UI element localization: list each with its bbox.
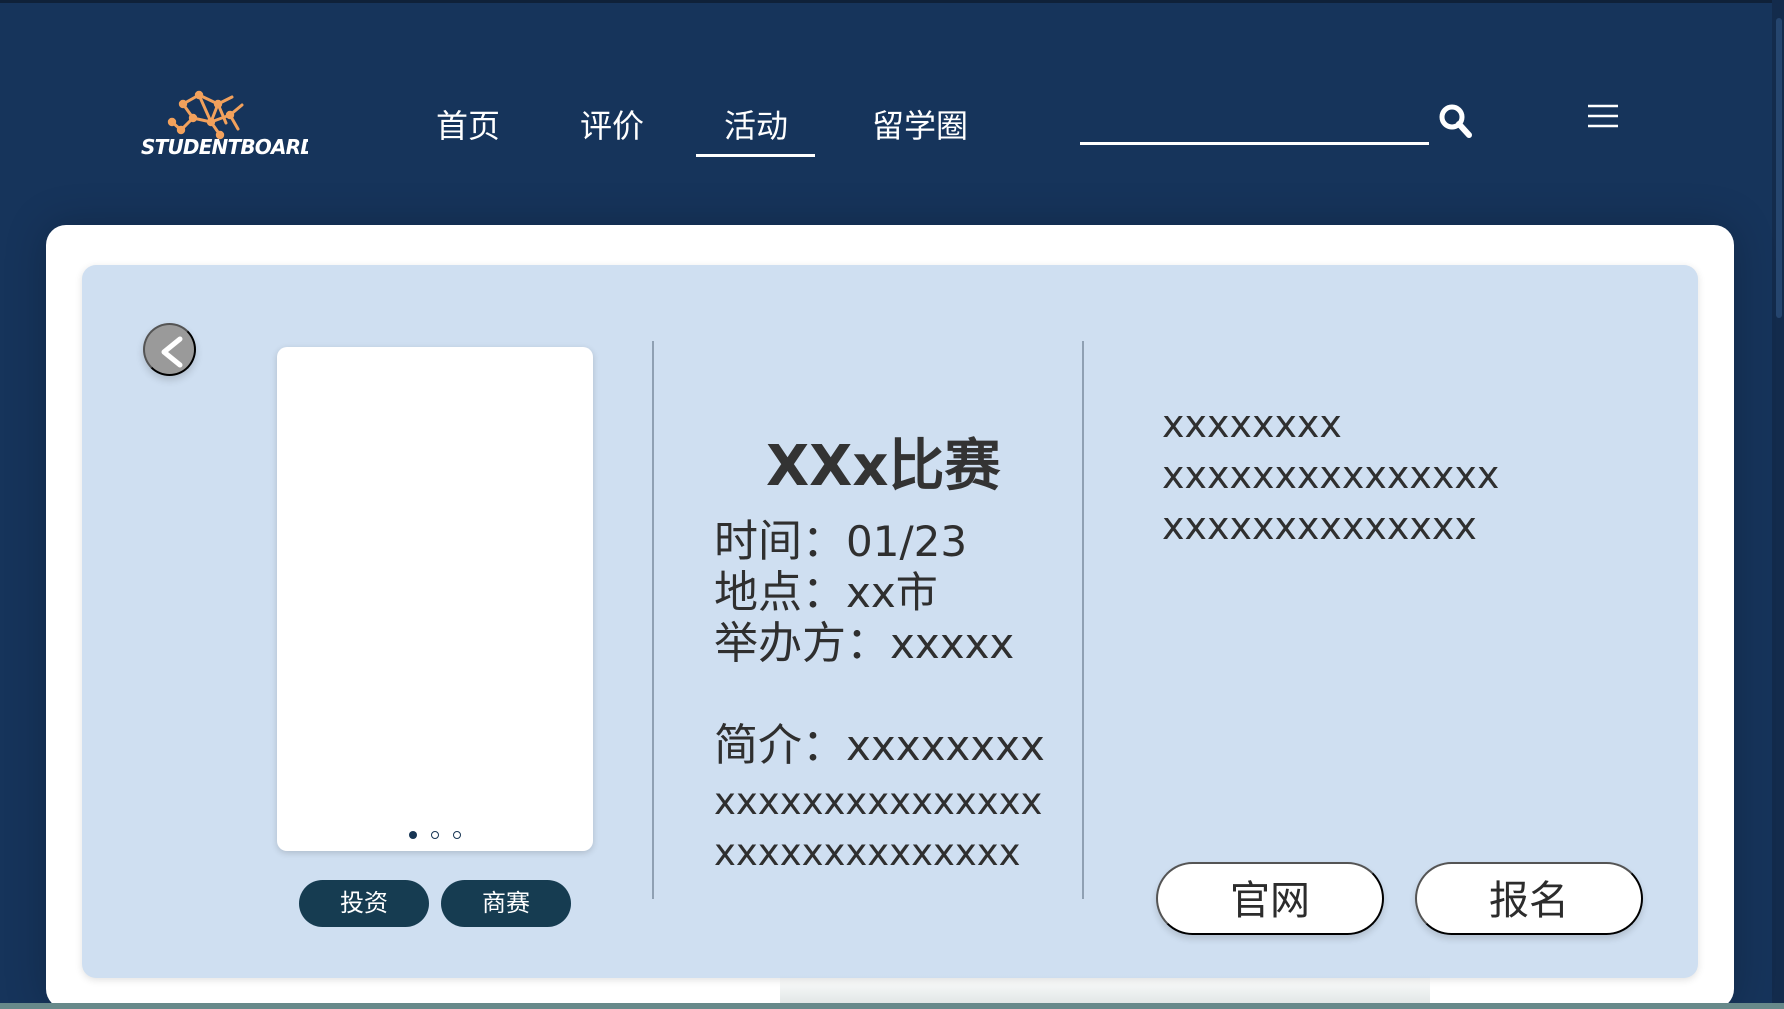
activity-image-carousel[interactable] (277, 347, 593, 851)
signup-button[interactable]: 报名 (1415, 862, 1643, 935)
intro-text-line: xxxxxxxxxxxxxxx (714, 780, 1043, 823)
svg-text:STUDENTBOARD®: STUDENTBOARD® (141, 135, 308, 159)
right-divider (1082, 341, 1084, 899)
logo-graph-icon: STUDENTBOARD® (141, 90, 308, 159)
event-title: XXx比赛 (766, 433, 1001, 499)
carousel-dot-inactive[interactable] (453, 831, 461, 839)
back-button[interactable] (143, 323, 196, 376)
intro-text-line: xxxxxxxxxxxxxx (714, 831, 1021, 874)
time-row: 时间：01/23 (714, 517, 967, 569)
intro-label: 简介： (714, 720, 846, 771)
intro-first-line: xxxxxxxx (846, 721, 1045, 770)
tag-investment[interactable]: 投资 (299, 880, 429, 927)
intro-row: 简介：xxxxxxxx (714, 721, 1045, 773)
carousel-dot-inactive[interactable] (431, 831, 439, 839)
organizer-value: xxxxx (890, 619, 1015, 668)
left-divider (652, 341, 654, 899)
bottom-border (0, 1003, 1784, 1009)
organizer-label: 举办方： (714, 618, 890, 669)
back-chevron-icon (161, 336, 183, 368)
location-label: 地点： (714, 567, 846, 618)
nav-activities[interactable]: 活动 (695, 107, 816, 157)
scrollbar-thumb[interactable] (1776, 18, 1782, 318)
search-icon[interactable] (1436, 102, 1476, 142)
time-value: 01/23 (846, 517, 968, 566)
side-description-line: xxxxxxxxxxxxxxx (1162, 453, 1500, 497)
search-input[interactable] (1080, 142, 1429, 145)
carousel-dot-active[interactable] (409, 831, 417, 839)
time-label: 时间： (714, 516, 846, 567)
nav-reviews[interactable]: 评价 (580, 107, 644, 155)
side-description-line: xxxxxxxxxxxxxx (1162, 504, 1477, 548)
studentboard-logo[interactable]: STUDENTBOARD® (138, 87, 308, 165)
menu-icon[interactable] (1585, 102, 1621, 132)
organizer-row: 举办方：xxxxx (714, 619, 1014, 671)
official-website-button[interactable]: 官网 (1156, 862, 1384, 935)
nav-home[interactable]: 首页 (436, 107, 500, 155)
side-description-line: xxxxxxxx (1162, 402, 1342, 446)
nav-study-abroad-circle[interactable]: 留学圈 (872, 107, 968, 155)
location-value: xx市 (846, 568, 938, 617)
tag-business-competition[interactable]: 商赛 (441, 880, 571, 927)
top-border (0, 0, 1784, 3)
app-window: STUDENTBOARD® 首页 评价 活动 留学圈 投资 商赛 (0, 0, 1784, 1009)
location-row: 地点：xx市 (714, 568, 938, 620)
